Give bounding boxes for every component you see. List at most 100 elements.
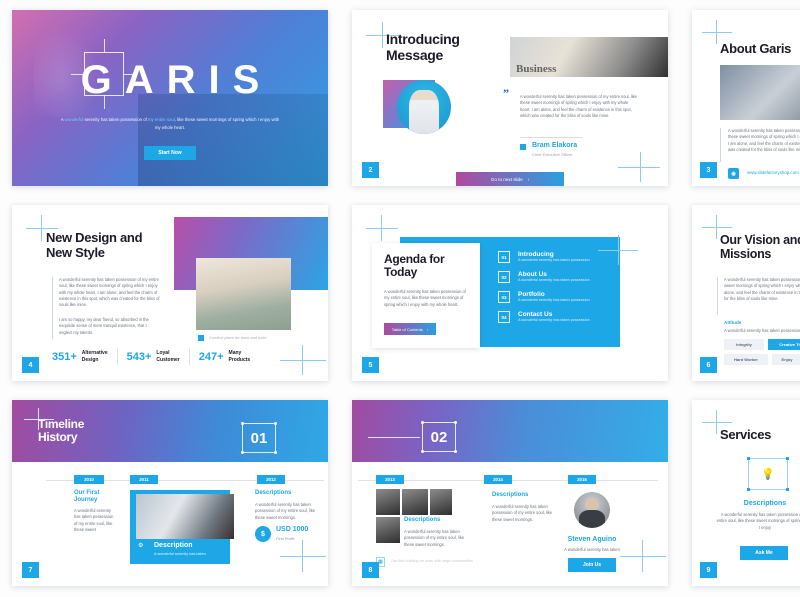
slide-timeline-02[interactable]: 02 2013 2014 2015 Descriptions A wonderf… xyxy=(352,400,668,586)
price-sub: First Profit xyxy=(276,536,295,541)
start-now-button[interactable]: Start Now xyxy=(144,146,196,160)
corner-mark-tl xyxy=(366,215,398,241)
cover-subtitle-link1[interactable]: wonderful xyxy=(65,117,84,122)
attitude-body: A wonderful serenity has taken possessio… xyxy=(724,328,800,333)
gallery-photo xyxy=(430,489,452,515)
caption-bullet-icon xyxy=(198,335,204,341)
description-card-title: Description xyxy=(154,542,193,549)
timeline-connector xyxy=(368,437,420,438)
tag-creative-thinking[interactable]: Creative Thinking xyxy=(768,339,800,350)
slide-cell-5: Agenda for Today A wonderful serenity ha… xyxy=(340,195,680,390)
tag-hard-worker[interactable]: Hard Worker xyxy=(724,354,768,365)
corner-mark-br xyxy=(620,540,666,572)
agenda-item-label: Contact Us xyxy=(518,311,553,318)
person-name: Steven Aguino xyxy=(567,536,617,543)
stat-item: 351+ Alternative Design xyxy=(52,350,108,363)
slide-services[interactable]: Services 💡 Descriptions A wonderful sere… xyxy=(692,400,800,586)
agenda-item[interactable]: 01 Introducing A wonderful serenity has … xyxy=(498,251,616,263)
slide8-col2-body: A wonderful serenity has taken possessio… xyxy=(492,504,553,522)
stat-number: 351+ xyxy=(52,350,77,363)
services-card-body: A wonderful serenity has taken possessio… xyxy=(716,512,800,530)
tag-enjoy[interactable]: Enjoy xyxy=(772,354,800,365)
toc-label: Table of Contents xyxy=(391,326,423,332)
stat-number: 543+ xyxy=(126,350,152,363)
slide-number: 8 xyxy=(362,562,379,578)
chevron-right-icon: › xyxy=(527,176,530,182)
team-photo xyxy=(136,494,234,539)
stat-item: 247+ Many Products xyxy=(199,350,250,363)
slide7-title: Timeline History xyxy=(38,417,85,445)
stats-row: 351+ Alternative Design 543+ Loyal Custo… xyxy=(52,348,314,365)
table-of-contents-button[interactable]: Table of Contents › xyxy=(384,323,436,335)
slide-cell-8: 02 2013 2014 2015 Descriptions A wonderf… xyxy=(340,390,680,597)
divider xyxy=(520,137,582,138)
sofa-photo[interactable] xyxy=(196,258,291,330)
agenda-item-label: About Us xyxy=(518,271,547,278)
slide-introducing-message[interactable]: Introducing Message ” A wonderful sereni… xyxy=(352,10,668,186)
about-link[interactable]: www.slidefactoryshop.com xyxy=(747,170,799,175)
agenda-list: 01 Introducing A wonderful serenity has … xyxy=(498,251,616,323)
slide-about-garis[interactable]: About Garis A wonderful serenity has tak… xyxy=(692,10,800,186)
timeline-year: 2013 xyxy=(376,475,404,484)
slide8-col1-note: Our first building for work with large c… xyxy=(391,559,473,563)
slide-number: 5 xyxy=(362,357,379,373)
slide-timeline-01[interactable]: Timeline History 01 2010 2011 2012 Our F… xyxy=(12,400,328,586)
slide-cell-3: About Garis A wonderful serenity has tak… xyxy=(680,0,800,195)
next-slide-label: Go to next slide xyxy=(490,176,523,182)
tag-integrity[interactable]: Integrity xyxy=(724,339,764,350)
slide-thumbnail-grid: GARIS A wonderful serenity has taken pos… xyxy=(0,0,800,597)
slide-cell-2: Introducing Message ” A wonderful sereni… xyxy=(340,0,680,195)
author-bullet-icon xyxy=(520,144,526,150)
timeline-big-number: 01 xyxy=(241,422,277,454)
gallery-photo xyxy=(376,489,400,515)
timeline-year: 2014 xyxy=(484,475,512,484)
corner-mark-br xyxy=(280,540,326,572)
ask-me-button[interactable]: Ask Me xyxy=(740,546,788,560)
author-name: Bram Elakora xyxy=(532,142,578,149)
slide-cover[interactable]: GARIS A wonderful serenity has taken pos… xyxy=(12,10,328,186)
agenda-item-sub: A wonderful serenity has taken possessio… xyxy=(518,258,590,262)
slide3-title: About Garis xyxy=(720,41,792,56)
slide-number: 6 xyxy=(700,357,717,373)
vision-body: A wonderful serenity has taken possessio… xyxy=(724,277,800,302)
slide-new-design[interactable]: New Design and New Style A wonderful ser… xyxy=(12,205,328,381)
stat-number: 247+ xyxy=(198,350,224,363)
join-us-button[interactable]: Join Us xyxy=(568,558,616,572)
cover-subtitle-link2[interactable]: my entire soul xyxy=(148,117,175,122)
slide-cell-4: New Design and New Style A wonderful ser… xyxy=(0,195,340,390)
slide4-body-2: I am so happy, my dear friend, so absorb… xyxy=(59,317,149,335)
person-sub: A wonderful serenity has taken xyxy=(564,547,620,552)
stat-item: 543+ Loyal Customer xyxy=(127,350,180,363)
agenda-body: A wonderful serenity has taken possessio… xyxy=(384,289,466,307)
globe-icon[interactable]: ◉ xyxy=(728,168,739,179)
lightbulb-icon: 💡 xyxy=(747,457,789,491)
attitude-tags: Integrity Creative Thinking Hard Worker … xyxy=(724,339,800,365)
cover-subtitle-b: serenity has taken possession of xyxy=(83,117,149,122)
slide4-body-1: A wonderful serenity has taken possessio… xyxy=(59,277,160,308)
timeline-year: 2011 xyxy=(130,475,158,484)
cover-subtitle: A wonderful serenity has taken possessio… xyxy=(58,116,282,131)
slide8-col1-body: A wonderful serenity has taken possessio… xyxy=(404,529,465,547)
slide-number: 9 xyxy=(700,562,717,578)
go-to-next-slide-button[interactable]: Go to next slide › xyxy=(456,172,564,186)
journey-body: A wonderful serenity has taken possessio… xyxy=(74,508,114,533)
gallery-photo xyxy=(376,517,400,543)
slide-agenda[interactable]: Agenda for Today A wonderful serenity ha… xyxy=(352,205,668,381)
agenda-item-number: 01 xyxy=(498,251,510,263)
slide2-title: Introducing Message xyxy=(386,31,460,63)
agenda-item[interactable]: 02 About Us A wonderful serenity has tak… xyxy=(498,271,616,283)
attitude-label: Attitude xyxy=(724,320,742,325)
agenda-item[interactable]: 04 Contact Us A wonderful serenity has t… xyxy=(498,311,616,323)
quote-text: A wonderful serenity has taken possessio… xyxy=(520,94,637,119)
agenda-item[interactable]: 03 Portfolio A wonderful serenity has ta… xyxy=(498,291,616,303)
slide4-title: New Design and New Style xyxy=(46,230,143,260)
description-card-sub: A wonderful serenity has taken xyxy=(154,552,206,556)
image-caption: Comfort place for think and write xyxy=(209,335,267,340)
slide-vision-missions[interactable]: Our Vision and Missions A wonderful sere… xyxy=(692,205,800,381)
slide6-title: Our Vision and Missions xyxy=(720,233,800,261)
body-bar xyxy=(52,277,53,339)
quote-icon: ” xyxy=(503,86,509,100)
slide-number: 4 xyxy=(22,357,39,373)
slide8-col2-title: Descriptions xyxy=(492,492,529,498)
slide-number: 7 xyxy=(22,562,39,578)
